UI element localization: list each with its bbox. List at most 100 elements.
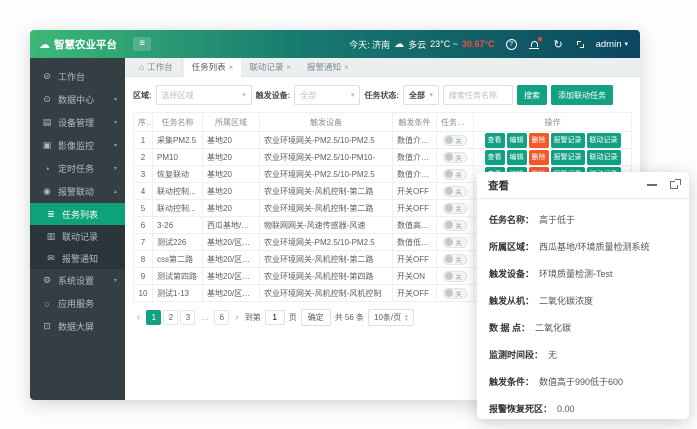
toggle-knob (445, 289, 453, 297)
task-status-label: 任务状态: (364, 90, 399, 101)
sidebar-collapse-button[interactable]: ≡ (133, 37, 151, 51)
next-page-button[interactable]: › (233, 312, 240, 323)
cell-region: 基地20 (203, 166, 260, 183)
sidebar-item-device-mgmt[interactable]: ▤ 设备管理 ▾ (30, 111, 125, 134)
trigger-device-select[interactable]: 全部 (294, 85, 360, 105)
page-button[interactable]: 2 (163, 310, 178, 325)
alarm-record-button[interactable]: 报警记录 (551, 133, 585, 148)
dialog-header: 查看 (477, 172, 689, 199)
tab-task-list[interactable]: 任务列表 (184, 58, 242, 77)
task-status-select[interactable]: 全部 (403, 85, 439, 105)
cell-status: 关 (437, 149, 474, 166)
status-toggle[interactable]: 关 (443, 135, 467, 146)
tab-linkage-records[interactable]: 联动记录 (241, 58, 299, 77)
cell-status: 关 (437, 132, 474, 149)
sidebar-subitem-task-list[interactable]: ≣ 任务列表 (30, 203, 125, 225)
notification-bell-icon[interactable] (528, 38, 541, 51)
column-header: 所属区域 (203, 113, 260, 132)
tab-close-icon[interactable] (229, 63, 234, 72)
cell-region: 基地20 (203, 149, 260, 166)
page-button[interactable]: 6 (214, 310, 229, 325)
view-button[interactable]: 查看 (485, 150, 505, 165)
page-jump-input[interactable] (265, 310, 285, 325)
sidebar-item-app-service[interactable]: ○ 应用服务 (30, 292, 125, 315)
minimize-icon[interactable] (647, 184, 657, 186)
sidebar-subitem-icon: ✉ (46, 253, 56, 264)
column-header: 触发条件 (393, 113, 437, 132)
toggle-label: 关 (455, 271, 462, 281)
user-menu[interactable]: admin (596, 39, 628, 50)
linkage-record-button[interactable]: 联动记录 (587, 150, 621, 165)
cell-index: 8 (134, 251, 153, 268)
fullscreen-icon[interactable] (576, 40, 585, 49)
sidebar-item-icon: ◔ (42, 164, 52, 174)
sidebar-item-scheduled-tasks[interactable]: ◔ 定时任务 ▾ (30, 157, 125, 180)
status-toggle[interactable]: 关 (443, 152, 467, 163)
status-toggle[interactable]: 关 (443, 169, 467, 180)
edit-button[interactable]: 编辑 (507, 133, 527, 148)
status-toggle[interactable]: 关 (443, 237, 467, 248)
dialog-field: 任务名称： 高于低于 (489, 206, 677, 233)
sidebar-item-system-settings[interactable]: ⚙ 系统设置 ▾ (30, 269, 125, 292)
cell-task-name: 测试226 (153, 234, 203, 251)
cell-condition: 数值介于... (393, 132, 437, 149)
column-header: 触发设备 (260, 113, 393, 132)
tab-close-icon[interactable] (286, 63, 291, 72)
chevron-icon: ▾ (114, 119, 117, 126)
page-button[interactable]: 3 (180, 310, 195, 325)
status-toggle[interactable]: 关 (443, 220, 467, 231)
cell-region: 基地20 (203, 183, 260, 200)
refresh-icon[interactable]: ↻ (552, 38, 565, 51)
status-toggle[interactable]: 关 (443, 254, 467, 265)
view-button[interactable]: 查看 (485, 133, 505, 148)
edit-button[interactable]: 编辑 (507, 150, 527, 165)
sidebar-subitem-icon: ≣ (46, 209, 56, 220)
delete-button[interactable]: 删除 (529, 150, 549, 165)
sidebar-subitem-label: 联动记录 (62, 230, 98, 243)
status-toggle[interactable]: 关 (443, 271, 467, 282)
toggle-label: 关 (455, 186, 462, 196)
username: admin (596, 39, 622, 50)
field-label: 任务名称： (489, 213, 534, 226)
tab-alarm-notice[interactable]: 报警通知 (299, 58, 357, 77)
expand-icon[interactable] (670, 181, 678, 189)
status-toggle[interactable]: 关 (443, 203, 467, 214)
sidebar-subitem-linkage-records[interactable]: ▥ 联动记录 (30, 225, 125, 247)
toggle-label: 关 (455, 288, 462, 298)
page-size-select[interactable]: 10条/页 (368, 309, 414, 326)
sidebar-item-video-monitor[interactable]: ▣ 影像监控 ▾ (30, 134, 125, 157)
total-count: 共 56 条 (335, 312, 364, 323)
delete-button[interactable]: 删除 (529, 133, 549, 148)
page-button[interactable]: 1 (146, 310, 161, 325)
tab-workbench[interactable]: ⌂ 工作台 (131, 58, 182, 77)
sidebar-item-alarm-linkage[interactable]: ◉ 报警联动 ▴ (30, 180, 125, 203)
cell-status: 关 (437, 251, 474, 268)
search-input[interactable] (443, 85, 513, 105)
help-icon[interactable] (506, 39, 517, 50)
sidebar-item-data-screen[interactable]: ⊡ 数据大屏 (30, 315, 125, 338)
page-ellipsis: … (197, 310, 212, 325)
field-value: 高于低于 (539, 213, 575, 226)
alarm-record-button[interactable]: 报警记录 (551, 150, 585, 165)
sidebar-item-workbench[interactable]: ⊘ 工作台 (30, 65, 125, 88)
search-button[interactable]: 搜索 (517, 85, 547, 105)
sidebar-subitem-alarm-notice[interactable]: ✉ 报警通知 (30, 247, 125, 269)
cell-task-name: PM10 (153, 149, 203, 166)
page-jump-confirm-button[interactable]: 确定 (301, 309, 331, 326)
status-toggle[interactable]: 关 (443, 186, 467, 197)
sidebar-item-icon: ◉ (42, 186, 52, 197)
status-toggle[interactable]: 关 (443, 288, 467, 299)
sidebar-item-label: 应用服务 (58, 297, 94, 310)
region-select[interactable]: 选择区域 (156, 85, 252, 105)
tab-label: 任务列表 (192, 61, 226, 73)
prev-page-button[interactable]: ‹ (135, 312, 142, 323)
cell-task-name: css第二路 (153, 251, 203, 268)
field-value: 数值高于990低于600 (539, 375, 623, 388)
tab-close-icon[interactable] (344, 63, 349, 72)
cell-region: 基地20 (203, 132, 260, 149)
sidebar-item-data-center[interactable]: ⊙ 数据中心 ▾ (30, 88, 125, 111)
linkage-record-button[interactable]: 联动记录 (587, 133, 621, 148)
weather-prefix: 今天: 济南 (349, 38, 390, 51)
add-linkage-task-button[interactable]: 添加联动任务 (551, 85, 613, 105)
sidebar-item-label: 报警联动 (58, 185, 94, 198)
